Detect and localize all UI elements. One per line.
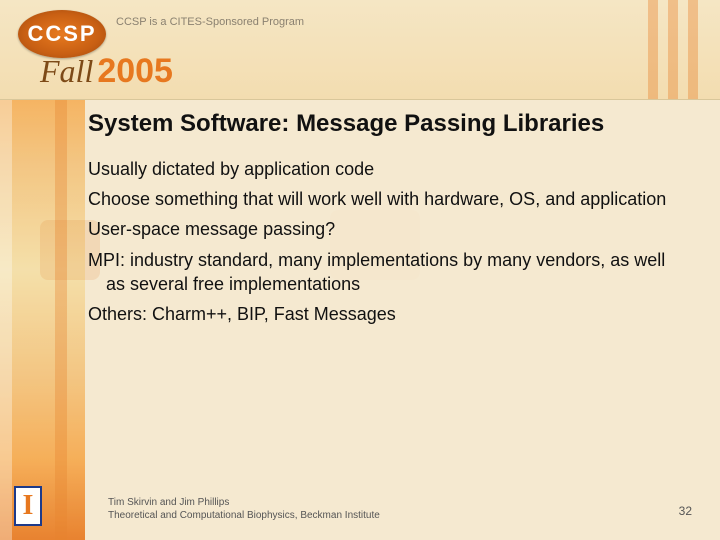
bullet: User-space message passing? (88, 217, 688, 241)
header-fall-year: Fall 2005 (40, 52, 173, 91)
slide-body: Usually dictated by application code Cho… (88, 157, 688, 327)
bullet: Choose something that will work well wit… (88, 187, 688, 211)
bullet: MPI: industry standard, many implementat… (88, 248, 688, 297)
fall-word: Fall (40, 53, 93, 90)
slide-header: CCSP CCSP is a CITES-Sponsored Program F… (0, 0, 720, 100)
illinois-logo: I (14, 486, 42, 526)
slide-content: System Software: Message Passing Librari… (88, 110, 688, 333)
header-tagline: CCSP is a CITES-Sponsored Program (116, 16, 304, 28)
slide-footer: Tim Skirvin and Jim Phillips Theoretical… (108, 496, 380, 522)
bullet: Others: Charm++, BIP, Fast Messages (88, 302, 688, 326)
ccsp-logo: CCSP (18, 10, 106, 58)
footer-affiliation: Theoretical and Computational Biophysics… (108, 509, 380, 522)
footer-authors: Tim Skirvin and Jim Phillips (108, 496, 380, 509)
header-stripes (620, 0, 720, 99)
fall-year: 2005 (97, 52, 173, 91)
page-number: 32 (679, 504, 692, 518)
slide-title: System Software: Message Passing Librari… (88, 110, 688, 139)
illinois-i-icon: I (23, 492, 34, 520)
bullet: Usually dictated by application code (88, 157, 688, 181)
